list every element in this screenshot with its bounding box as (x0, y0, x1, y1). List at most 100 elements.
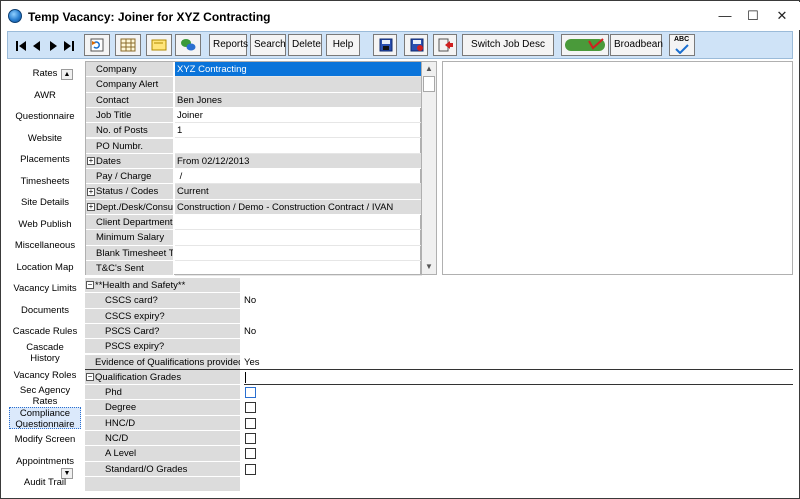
nav-miscellaneous[interactable]: Miscellaneous (9, 240, 81, 251)
section-header-health-safety[interactable]: − **Health and Safety** (85, 278, 793, 294)
grade-checkbox[interactable] (245, 433, 256, 444)
detail-value[interactable]: Construction / Demo - Construction Contr… (175, 199, 422, 215)
nav-awr[interactable]: AWR (9, 90, 81, 101)
nav-website[interactable]: Website (9, 133, 81, 144)
previous-record-icon[interactable] (32, 40, 42, 52)
detail-value[interactable]: From 02/12/2013 (175, 153, 422, 170)
detail-row-dept-desk-consultant[interactable]: + Dept./Desk/Consul Construction / Demo -… (86, 199, 422, 215)
delete-button[interactable]: Delete (288, 34, 322, 56)
notes-button[interactable] (146, 34, 172, 56)
refresh-button[interactable] (84, 34, 110, 56)
detail-value[interactable]: XYZ Contracting (175, 62, 422, 78)
detail-row-no-of-posts[interactable]: No. of Posts 1 (86, 123, 422, 139)
search-button[interactable]: Search (250, 34, 286, 56)
nav-cascade-history[interactable]: Cascade History (9, 342, 81, 364)
detail-value[interactable]: / (175, 169, 422, 185)
nav-timesheets[interactable]: Timesheets (9, 176, 81, 187)
detail-row-company-alert[interactable]: Company Alert (86, 77, 422, 93)
detail-value[interactable] (175, 215, 422, 231)
question-row-cscs-card[interactable]: CSCS card? No (85, 293, 793, 309)
scroll-thumb[interactable] (423, 76, 435, 92)
nav-cascade-rules[interactable]: Cascade Rules (9, 326, 81, 337)
collapse-icon[interactable]: − (86, 373, 94, 382)
close-button[interactable]: ✕ (768, 6, 796, 26)
broadbean-logo-button[interactable] (561, 34, 609, 56)
first-record-icon[interactable] (16, 40, 26, 52)
grade-checkbox[interactable] (245, 402, 256, 414)
save-button[interactable] (373, 34, 397, 56)
question-answer[interactable] (244, 309, 793, 324)
question-row-evidence-qualifications[interactable]: Evidence of Qualifications provided Yes (85, 354, 793, 370)
question-row-pscs-card[interactable]: PSCS Card? No (85, 323, 793, 340)
detail-row-pay-charge[interactable]: Pay / Charge / (86, 169, 422, 185)
maximize-button[interactable]: ☐ (739, 6, 767, 26)
grid-view-button[interactable] (115, 34, 141, 56)
detail-value[interactable]: 1 (175, 123, 422, 139)
detail-value[interactable] (175, 261, 422, 277)
spell-check-button[interactable]: ABC (669, 34, 695, 56)
grade-checkbox[interactable] (245, 387, 256, 399)
scroll-down-icon[interactable]: ▼ (422, 260, 436, 274)
detail-value[interactable]: Joiner (175, 108, 422, 124)
minimize-button[interactable]: — (711, 6, 739, 26)
reports-button[interactable]: Reports (209, 34, 248, 56)
grade-checkbox[interactable] (245, 463, 256, 475)
detail-value[interactable]: Ben Jones (175, 92, 422, 108)
grade-row-hnc-d[interactable]: HNC/D (85, 415, 793, 431)
detail-row-status-codes[interactable]: + Status / Codes Current (86, 184, 422, 200)
nav-modify-screen[interactable]: Modify Screen (9, 434, 81, 445)
expand-icon[interactable]: + (87, 203, 95, 212)
question-answer[interactable]: Yes (244, 355, 793, 370)
grade-row-phd[interactable]: Phd (85, 385, 793, 401)
details-scrollbar[interactable]: ▲ ▼ (421, 61, 437, 275)
grade-checkbox[interactable] (245, 448, 256, 460)
detail-row-client-department[interactable]: Client Department (86, 215, 422, 231)
exit-button[interactable] (433, 34, 457, 56)
question-row-pscs-expiry[interactable]: PSCS expiry? (85, 339, 793, 355)
detail-row-minimum-salary[interactable]: Minimum Salary (86, 230, 422, 246)
nav-audit-trail[interactable]: Audit Trail (9, 477, 81, 488)
nav-questionnaire[interactable]: Questionnaire (9, 111, 81, 122)
nav-vacancy-roles[interactable]: Vacancy Roles (9, 370, 81, 381)
detail-row-tcs-sent[interactable]: T&C's Sent (86, 260, 422, 277)
grade-row-a-level[interactable]: A Level (85, 446, 793, 462)
broadbean-button[interactable]: Broadbean (610, 34, 663, 56)
detail-row-company[interactable]: Company XYZ Contracting (86, 62, 422, 78)
next-record-icon[interactable] (48, 40, 58, 52)
help-button[interactable]: Help (326, 34, 360, 56)
grade-row-degree[interactable]: Degree (85, 400, 793, 416)
question-row-cscs-expiry[interactable]: CSCS expiry? (85, 308, 793, 324)
nav-site-details[interactable]: Site Details (9, 197, 81, 208)
last-record-icon[interactable] (64, 40, 74, 52)
expand-icon[interactable]: + (87, 187, 95, 196)
nav-scroll-up-icon[interactable]: ▲ (61, 69, 73, 80)
nav-compliance-questionnaire[interactable]: Compliance Questionnaire (9, 407, 81, 429)
collapse-icon[interactable]: − (86, 281, 94, 290)
question-answer[interactable] (244, 339, 793, 354)
save-close-button[interactable] (404, 34, 428, 56)
nav-placements[interactable]: Placements (9, 154, 81, 165)
detail-row-po-number[interactable]: PO Numbr. (86, 138, 422, 154)
detail-row-job-title[interactable]: Job Title Joiner (86, 107, 422, 124)
section-header-qualification-grades[interactable]: − Qualification Grades (85, 369, 793, 386)
question-answer[interactable]: No (244, 324, 793, 339)
detail-value[interactable] (175, 77, 422, 93)
detail-row-blank-timesheet-type[interactable]: Blank Timesheet Ty (86, 245, 422, 261)
detail-row-dates[interactable]: + Dates From 02/12/2013 (86, 153, 422, 170)
detail-row-contact[interactable]: Contact Ben Jones (86, 92, 422, 108)
grade-checkbox[interactable] (245, 417, 256, 429)
nav-appointments[interactable]: Appointments (9, 456, 81, 467)
expand-icon[interactable]: + (87, 157, 95, 166)
detail-value[interactable]: Current (175, 184, 422, 200)
nav-web-publish[interactable]: Web Publish (9, 219, 81, 230)
detail-value[interactable] (175, 139, 422, 154)
grade-row-standard-o-grades[interactable]: Standard/O Grades (85, 461, 793, 477)
chat-button[interactable] (175, 34, 201, 56)
notes-panel[interactable] (442, 61, 793, 275)
nav-vacancy-limits[interactable]: Vacancy Limits (9, 283, 81, 294)
detail-value[interactable] (175, 230, 422, 246)
nav-location-map[interactable]: Location Map (9, 262, 81, 273)
grade-row-nc-d[interactable]: NC/D (85, 431, 793, 447)
nav-sec-agency-rates[interactable]: Sec Agency Rates (9, 385, 81, 407)
question-answer[interactable]: No (244, 293, 793, 308)
